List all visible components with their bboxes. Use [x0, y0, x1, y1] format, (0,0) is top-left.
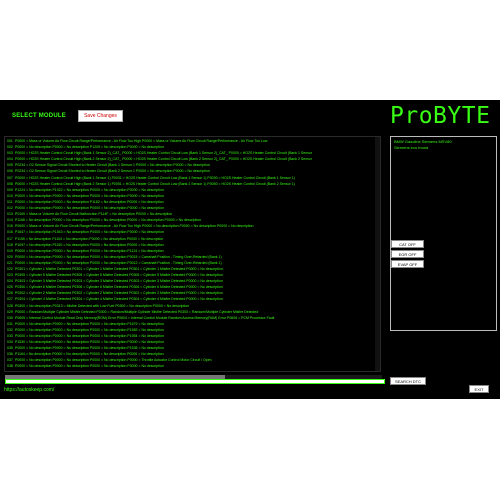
dtc-row-text: P0000 = No description P0000 = No descri… [15, 334, 164, 338]
dtc-row-text: P0000 = No description P0000 = No descri… [15, 346, 164, 351]
dtc-row-text: P0000 = Mass or Volume Air Flow Circuit … [15, 224, 254, 229]
probyte-window: SELECT MODULE Save Changes ProBYTE 001 P0… [0, 100, 500, 399]
module-info-panel: BMW Gasoline Siemens MSV80 Siemens ecu f… [390, 136, 497, 331]
dtc-row-text: P0302 = Cylinder 2 Misfire Detected P030… [15, 291, 223, 296]
ecu-status: Siemens ecu found [394, 145, 429, 150]
dtc-row-text: P0234 = O2 Sensor Signal Circuit Shorted… [15, 163, 210, 168]
dtc-row-text: P0000 = No description P0000 = No descri… [15, 327, 164, 332]
dtc-row-text: P0000 = No description P0000 = No descri… [15, 206, 164, 211]
dtc-row-text: P0000 = No description P0000 = No descri… [15, 358, 212, 363]
dtc-row-text: P0000 = No description P0000 = No descri… [15, 145, 164, 150]
dtc-row-text: P0000 = No description P0000 = No descri… [15, 364, 164, 369]
select-module-label[interactable]: SELECT MODULE [12, 113, 66, 119]
dtc-row-text: P0303 = Cylinder 3 Misfire Detected P030… [15, 279, 223, 284]
dtc-row-text: P1164 = No description P0000 = No descri… [15, 352, 164, 357]
dtc-row-text: P0000 = HO2S Heater Control Circuit High… [15, 151, 313, 156]
dtc-row-text: P1168 = No description P0000 = No descri… [15, 218, 202, 223]
dtc-search-input[interactable] [5, 379, 385, 384]
dtc-row-text: P0301 = Cylinder 1 Misfire Detected P030… [15, 266, 223, 271]
dtc-row-text: P0605 = Internal Control Module Read Onl… [15, 315, 275, 320]
dtc-row-text: P1097 = No description P1150 = No descri… [15, 242, 164, 247]
evap-off-button[interactable]: EVAP OFF [391, 260, 424, 268]
dtc-row-text: P0000 = HO2S Heater Control Circuit High… [15, 157, 313, 162]
egr-off-button[interactable]: EGR OFF [391, 250, 424, 258]
dtc-list: 001 P0000 = Mass or Volume Air Flow Circu… [7, 138, 374, 372]
dtc-row-text: P0000 = HO2S Heater Control Circuit High… [15, 181, 295, 186]
header-bar: SELECT MODULE Save Changes ProBYTE [0, 100, 500, 132]
dtc-row-text: P0000 = No description P0000 = No descri… [15, 321, 164, 326]
dtc-row-text: P1155 = No description P1104 = No descri… [15, 236, 164, 241]
dtc-row[interactable]: 039P0000 = No description P0000 = No des… [7, 370, 374, 372]
dtc-row-text: P0000 = No description P0000 = No descri… [15, 248, 164, 253]
dtc-row-text: P0000 = Random/Multiple Cylinder Misfire… [15, 309, 259, 314]
dtc-row-text: P1224 = No description P1022 = No descri… [15, 187, 164, 192]
vertical-scrollbar[interactable] [375, 137, 380, 371]
dtc-list-panel[interactable]: 001 P0000 = Mass or Volume Air Flow Circu… [4, 136, 381, 372]
probyte-logo: ProBYTE [390, 103, 491, 129]
dtc-row-text: P0000 = No description P0000 = No descri… [15, 199, 164, 204]
cat-off-button[interactable]: CAT OFF [391, 240, 424, 248]
dtc-row-text: P0100 = Mass or Volume Air Flow Circuit … [15, 212, 173, 217]
website-link[interactable]: https://autoskeep.com/ [4, 387, 54, 393]
dtc-row-text: P1647 = No description P1543 = No descri… [15, 230, 164, 235]
dtc-row-text: P1530 = No description P0000 = No descri… [15, 340, 164, 345]
dtc-row-number: 039 [7, 370, 15, 372]
dtc-row-text: P0234 = O2 Sensor Signal Circuit Shorted… [15, 169, 210, 174]
dtc-row-text: P0304 = Cylinder 4 Misfire Detected P030… [15, 297, 223, 302]
dtc-row-text: P0000 = No description P0000 = No descri… [15, 371, 164, 372]
dtc-row-text: P0000 = Mass or Volume Air Flow Circuit … [15, 139, 268, 143]
dtc-row-text: P0000 = No description P0000 = No descri… [15, 260, 222, 265]
search-dtc-button[interactable]: SEARCH DTC [390, 377, 426, 385]
dtc-row-text: P0300 = No description P0313 = Misfire D… [15, 303, 190, 308]
dtc-row-text: P0000 = No description P0000 = No descri… [15, 254, 222, 259]
dtc-row-text: P0000 = No description P0000 = No descri… [15, 193, 164, 198]
dtc-row-text: P0305 = Cylinder 5 Misfire Detected P030… [15, 273, 223, 278]
dtc-row-text: P0000 = HO2S Heater Control Circuit High… [15, 175, 295, 180]
exit-button[interactable]: EXIT [469, 385, 489, 393]
save-changes-button[interactable]: Save Changes [78, 110, 123, 122]
dtc-row-text: P0306 = Cylinder 6 Misfire Detected P030… [15, 285, 223, 290]
